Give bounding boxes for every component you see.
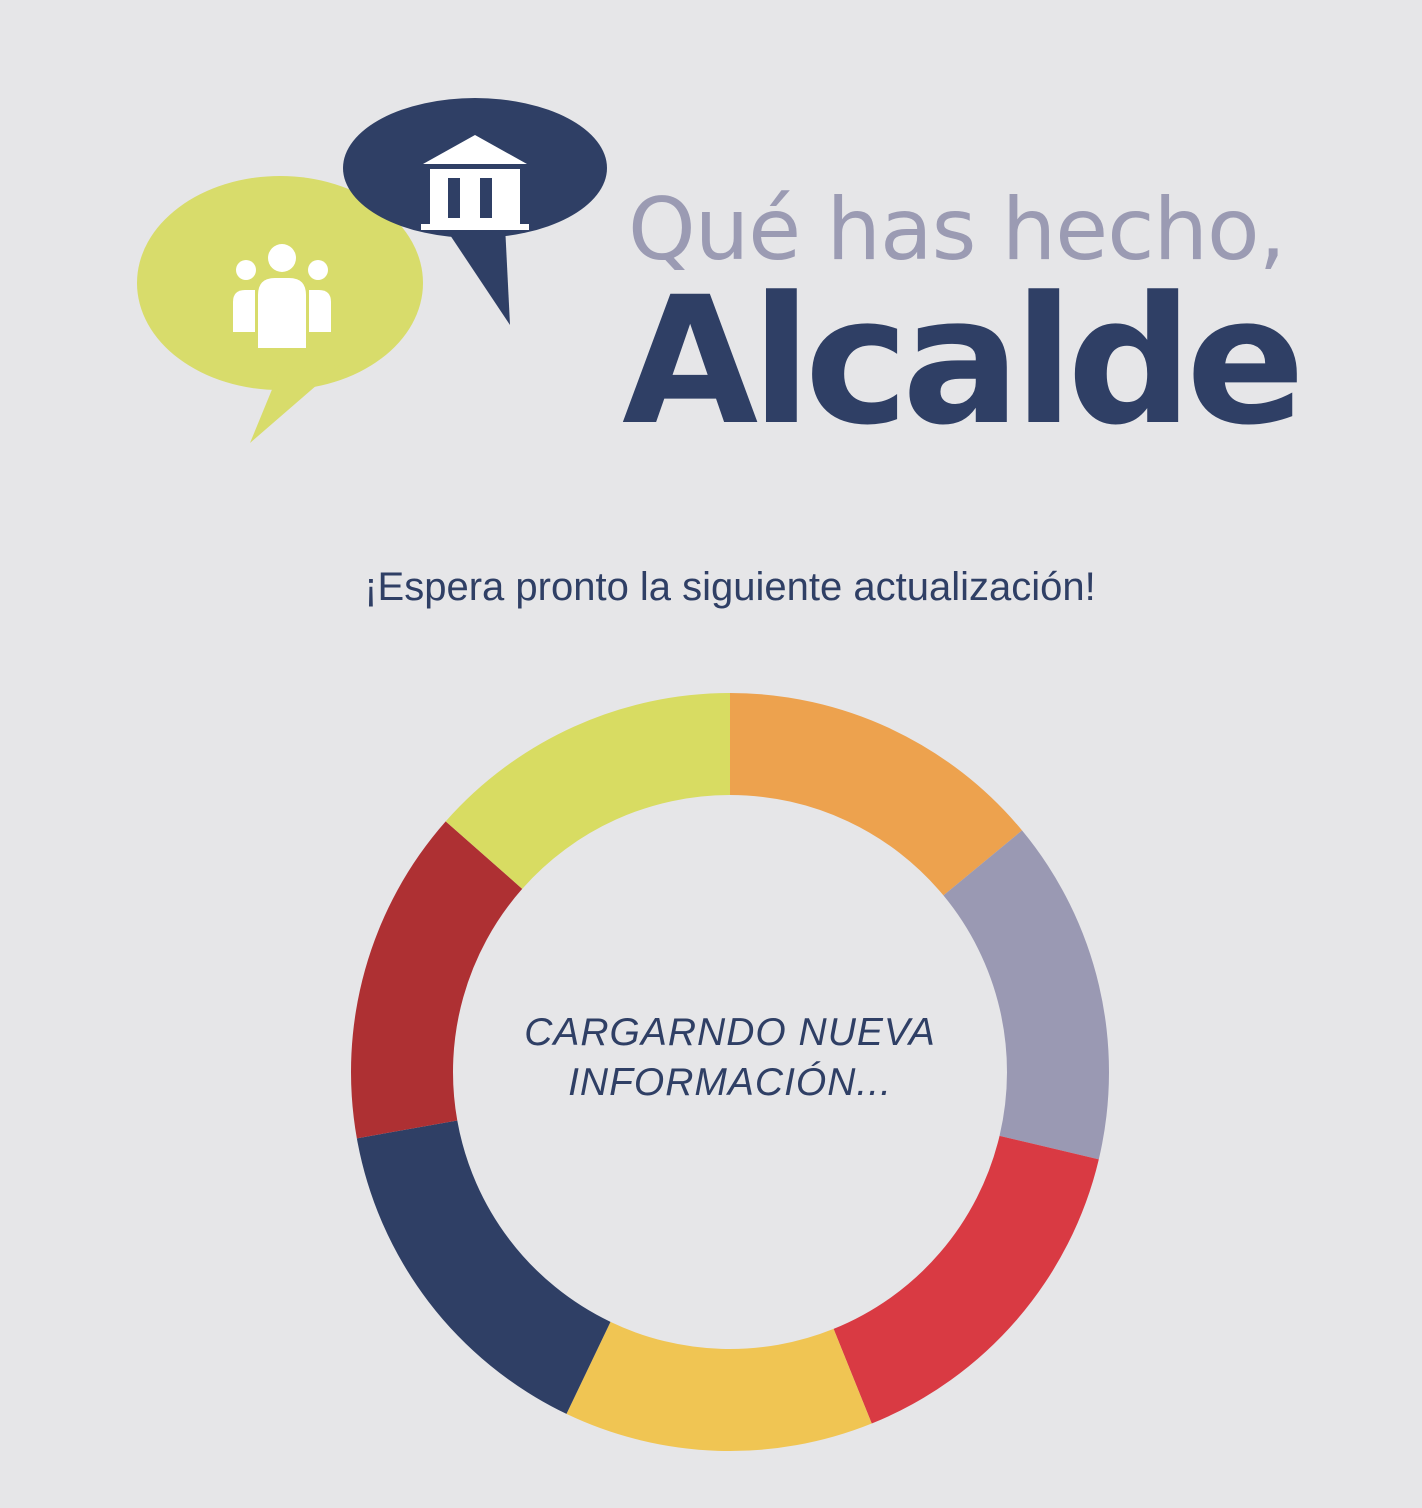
loading-message: CARGARNDO NUEVA INFORMACIÓN... <box>430 1008 1030 1108</box>
app-logo <box>137 98 607 443</box>
loading-message-line2: INFORMACIÓN... <box>568 1061 892 1104</box>
ring-segment-5 <box>356 1120 611 1414</box>
ring-segment-3 <box>833 1135 1099 1424</box>
ring-segment-1 <box>730 693 1023 896</box>
loading-message-line1: CARGARNDO NUEVA <box>524 1011 936 1054</box>
ring-segment-2 <box>943 830 1109 1160</box>
brand-title: Qué has hecho, Alcalde <box>622 180 1388 452</box>
ring-segment-4 <box>566 1321 872 1451</box>
brand-name: Alcalde <box>622 259 1305 464</box>
update-message: ¡Espera pronto la siguiente actualizació… <box>364 565 1096 609</box>
loading-screen: Qué has hecho, Alcalde ¡Espera pronto la… <box>0 0 1422 1508</box>
